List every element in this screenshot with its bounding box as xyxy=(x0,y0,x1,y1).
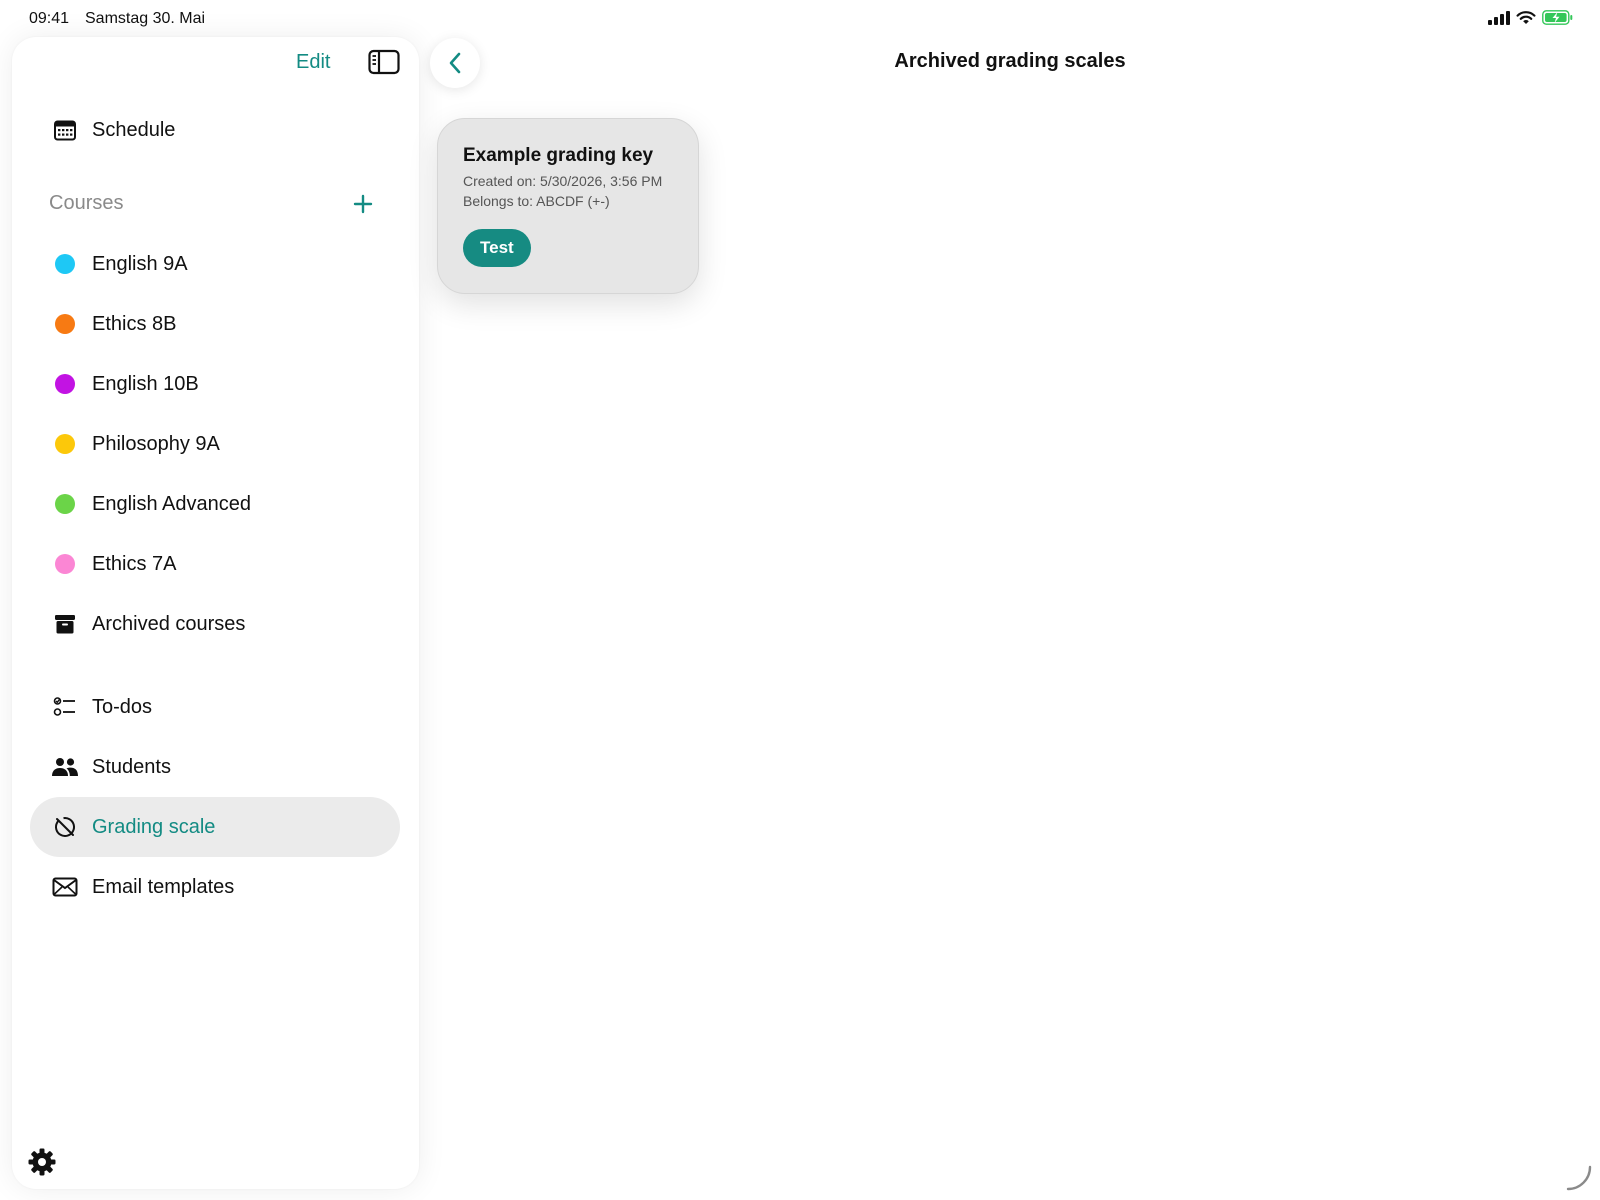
sidebar-item-todos[interactable]: To-dos xyxy=(30,677,400,737)
sidebar-toggle-icon xyxy=(368,49,400,75)
chevron-left-icon xyxy=(449,52,461,74)
course-label: Philosophy 9A xyxy=(92,432,220,455)
course-item[interactable]: Ethics 8B xyxy=(30,294,400,354)
envelope-icon xyxy=(50,872,80,902)
status-bar: 09:41 Samstag 30. Mai xyxy=(0,0,1600,36)
sidebar-item-label: Students xyxy=(92,755,171,778)
plus-icon xyxy=(353,194,373,214)
grading-scale-icon xyxy=(50,812,80,842)
sidebar-item-schedule[interactable]: Schedule xyxy=(30,100,400,160)
course-label: English Advanced xyxy=(92,492,252,515)
card-belongs-to: Belongs to: ABCDF (+-) xyxy=(463,193,610,209)
sidebar: Edit Schedule Courses English 9A Ethics … xyxy=(12,37,419,1189)
status-icons xyxy=(1488,10,1574,25)
course-color-dot-icon xyxy=(50,249,80,279)
course-color-dot-icon xyxy=(50,489,80,519)
settings-button[interactable] xyxy=(27,1147,57,1177)
back-button[interactable] xyxy=(430,38,480,88)
page-title: Archived grading scales xyxy=(894,50,1126,72)
window-resize-handle-icon[interactable] xyxy=(1566,1165,1592,1191)
course-item[interactable]: English 10B xyxy=(30,354,400,414)
course-label: Ethics 7A xyxy=(92,552,177,575)
sidebar-item-grading-scale[interactable]: Grading scale xyxy=(30,797,400,857)
calendar-icon xyxy=(50,115,80,145)
course-label: Ethics 8B xyxy=(92,312,177,335)
wifi-icon xyxy=(1516,10,1536,24)
status-date: Samstag 30. Mai xyxy=(85,10,206,27)
sidebar-item-email-templates[interactable]: Email templates xyxy=(30,857,400,917)
sidebar-item-label: Grading scale xyxy=(92,815,216,838)
grading-scale-card[interactable]: Example grading key Created on: 5/30/202… xyxy=(437,118,699,294)
people-icon xyxy=(50,752,80,782)
sidebar-item-label: Archived courses xyxy=(92,612,246,635)
card-title: Example grading key xyxy=(463,145,654,166)
course-label: English 9A xyxy=(92,252,188,275)
course-color-dot-icon xyxy=(50,369,80,399)
status-time: 09:41 xyxy=(29,10,70,27)
test-tag-button[interactable]: Test xyxy=(463,229,531,267)
cellular-signal-icon xyxy=(1488,10,1510,25)
gear-icon xyxy=(28,1148,56,1176)
sidebar-item-students[interactable]: Students xyxy=(30,737,400,797)
course-label: English 10B xyxy=(92,372,199,395)
course-item[interactable]: Philosophy 9A xyxy=(30,414,400,474)
course-color-dot-icon xyxy=(50,549,80,579)
sidebar-item-label: To-dos xyxy=(92,695,153,718)
add-course-button[interactable] xyxy=(350,191,376,217)
course-item[interactable]: English Advanced xyxy=(30,474,400,534)
edit-button[interactable]: Edit xyxy=(296,51,330,74)
course-item[interactable]: Ethics 7A xyxy=(30,534,400,594)
sidebar-toggle-button[interactable] xyxy=(368,49,400,75)
course-color-dot-icon xyxy=(50,429,80,459)
archive-box-icon xyxy=(50,609,80,639)
course-color-dot-icon xyxy=(50,309,80,339)
courses-section-title: Courses xyxy=(49,192,124,214)
sidebar-item-archived-courses[interactable]: Archived courses xyxy=(30,594,400,654)
card-created-date: Created on: 5/30/2026, 3:56 PM xyxy=(463,173,663,189)
sidebar-item-label: Schedule xyxy=(92,118,176,141)
course-item[interactable]: English 9A xyxy=(30,234,400,294)
checklist-icon xyxy=(50,692,80,722)
sidebar-item-label: Email templates xyxy=(92,875,235,898)
battery-charging-icon xyxy=(1542,10,1573,25)
